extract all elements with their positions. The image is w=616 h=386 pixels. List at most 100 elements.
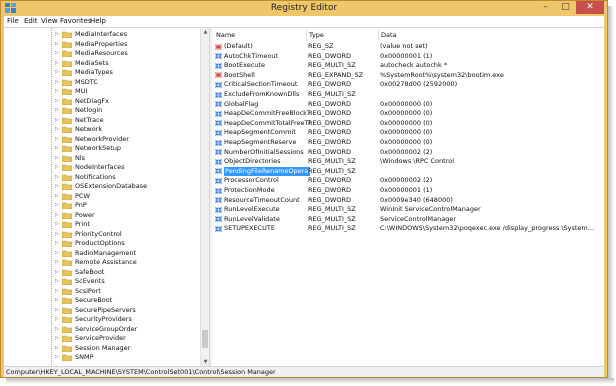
tree-item[interactable]: ▷ ScEvents	[4, 277, 200, 286]
expand-arrow-icon[interactable]: ▷	[55, 211, 59, 220]
menu-help[interactable]: Help	[90, 16, 106, 27]
expand-arrow-icon[interactable]: ▷	[55, 192, 59, 201]
registry-value-row[interactable]: (Default) REG_SZ (value not set)	[212, 42, 604, 52]
value-name[interactable]: HeapSegmentReserve	[224, 138, 310, 148]
expand-arrow-icon[interactable]: ▷	[55, 97, 59, 106]
value-name[interactable]: CriticalSectionTimeout	[224, 80, 310, 90]
registry-value-row[interactable]: ProcessorControl REG_DWORD 0x00000002 (2)	[212, 176, 604, 186]
tree-item[interactable]: ▷ MediaSets	[4, 59, 200, 68]
expand-arrow-icon[interactable]: ▷	[55, 87, 59, 96]
registry-value-row[interactable]: RunLevelExecute REG_MULTI_SZ WinInit Servi…	[212, 205, 604, 215]
expand-arrow-icon[interactable]: ▷	[55, 230, 59, 239]
expand-arrow-icon[interactable]: ▷	[55, 59, 59, 68]
expand-arrow-icon[interactable]: ▷	[55, 296, 59, 305]
value-name[interactable]: HeapDeCommitFreeBlockThr...	[224, 109, 310, 119]
expand-arrow-icon[interactable]: ▷	[55, 334, 59, 343]
tree-item[interactable]: ▷ Network	[4, 125, 200, 134]
column-header-type[interactable]: Type	[309, 31, 324, 39]
registry-value-row[interactable]: HeapDeCommitTotalFreeThr...REG_DWORD 0x00…	[212, 119, 604, 129]
tree-item[interactable]: ▷ SecurePipeServers	[4, 306, 200, 315]
expand-arrow-icon[interactable]: ▷	[55, 30, 59, 39]
expand-arrow-icon[interactable]: ▷	[55, 353, 59, 362]
registry-value-row[interactable]: HeapDeCommitFreeBlockThr...REG_DWORD 0x00…	[212, 109, 604, 119]
expand-arrow-icon[interactable]: ▷	[55, 68, 59, 77]
close-button[interactable]: ✕	[576, 1, 604, 14]
registry-value-row[interactable]: HeapSegmentCommit REG_DWORD 0x00000000 (0)	[212, 128, 604, 138]
tree-vertical-scrollbar[interactable]: ▲ ▼	[200, 28, 209, 367]
value-name[interactable]: GlobalFlag	[224, 100, 310, 110]
menu-view[interactable]: View	[41, 16, 58, 27]
tree-item[interactable]: ▷ NetTrace	[4, 116, 200, 125]
registry-value-row[interactable]: CriticalSectionTimeout REG_DWORD 0x00278d0…	[212, 80, 604, 90]
value-name[interactable]: SETUPEXECUTE	[224, 224, 310, 234]
registry-value-row[interactable]: ProtectionMode REG_DWORD 0x00000001 (1)	[212, 186, 604, 196]
expand-arrow-icon[interactable]: ▷	[55, 116, 59, 125]
tree-item[interactable]: ▷ Session Manager	[4, 344, 200, 353]
value-name[interactable]: BootShell	[224, 71, 310, 81]
tree-item[interactable]: ▷ Netlogin	[4, 106, 200, 115]
registry-value-row[interactable]: SETUPEXECUTE REG_MULTI_SZ C:\WINDOWS\Syste…	[212, 224, 604, 234]
column-separator[interactable]	[378, 29, 379, 41]
value-name[interactable]: BootExecute	[224, 61, 310, 71]
value-name[interactable]: RunLevelExecute	[224, 205, 310, 215]
value-name[interactable]: ProtectionMode	[224, 186, 310, 196]
column-header-data[interactable]: Data	[381, 31, 397, 39]
value-name[interactable]: (Default)	[224, 42, 310, 52]
expand-arrow-icon[interactable]: ▷	[55, 106, 59, 115]
expand-arrow-icon[interactable]: ▷	[55, 287, 59, 296]
tree-item[interactable]: ▷ Power	[4, 211, 200, 220]
expand-arrow-icon[interactable]: ▷	[55, 135, 59, 144]
menu-file[interactable]: File	[7, 16, 19, 27]
registry-value-row[interactable]: NumberOfInitialSessions REG_DWORD 0x000000…	[212, 148, 604, 158]
expand-arrow-icon[interactable]: ▷	[55, 249, 59, 258]
registry-value-row[interactable]: AutoChkTimeout REG_DWORD 0x00000001 (1)	[212, 52, 604, 62]
tree-item[interactable]: ▷ SecureBoot	[4, 296, 200, 305]
expand-arrow-icon[interactable]: ▷	[55, 220, 59, 229]
expand-arrow-icon[interactable]: ▷	[55, 154, 59, 163]
expand-arrow-icon[interactable]: ▷	[55, 258, 59, 267]
expand-arrow-icon[interactable]: ▷	[55, 40, 59, 49]
column-separator[interactable]	[306, 29, 307, 41]
value-name[interactable]: HeapSegmentCommit	[224, 128, 310, 138]
registry-value-row[interactable]: GlobalFlag REG_DWORD 0x00000000 (0)	[212, 100, 604, 110]
expand-arrow-icon[interactable]: ▷	[55, 277, 59, 286]
minimize-button[interactable]: –	[536, 1, 555, 14]
tree-item[interactable]: ▷ Nls	[4, 154, 200, 163]
expand-arrow-icon[interactable]: ▷	[55, 182, 59, 191]
expand-arrow-icon[interactable]: ▷	[55, 306, 59, 315]
tree-item[interactable]: ▷ MediaTypes	[4, 68, 200, 77]
value-name[interactable]: AutoChkTimeout	[224, 52, 310, 62]
tree-item[interactable]: ▷ MUI	[4, 87, 200, 96]
menu-favorites[interactable]: Favorites	[60, 16, 92, 27]
tree-item[interactable]: ▷ PnP	[4, 201, 200, 210]
tree-item[interactable]: ▷ ServiceGroupOrder	[4, 325, 200, 334]
tree-item[interactable]: ▷ NetDiagFx	[4, 97, 200, 106]
tree-item[interactable]: ▷ ServiceProvider	[4, 334, 200, 343]
expand-arrow-icon[interactable]: ▷	[55, 268, 59, 277]
tree-item[interactable]: ▷ Print	[4, 220, 200, 229]
value-name[interactable]: PendingFileRenameOperations	[224, 166, 310, 177]
value-name[interactable]: ExcludeFromKnownDlls	[224, 90, 310, 100]
value-name[interactable]: ProcessorControl	[224, 176, 310, 186]
menu-edit[interactable]: Edit	[24, 16, 38, 27]
tree-item[interactable]: ▷ OSExtensionDatabase	[4, 182, 200, 191]
expand-arrow-icon[interactable]: ▷	[55, 173, 59, 182]
registry-value-row[interactable]: ObjectDirectories REG_MULTI_SZ \Windows \R…	[212, 157, 604, 167]
tree-item[interactable]: ▷ SecurityProviders	[4, 315, 200, 324]
registry-value-row[interactable]: BootExecute REG_MULTI_SZ autocheck autochk…	[212, 61, 604, 71]
title-bar[interactable]: Registry Editor – □ ✕	[1, 1, 607, 16]
tree-item[interactable]: ▷ RadioManagement	[4, 249, 200, 258]
expand-arrow-icon[interactable]: ▷	[55, 125, 59, 134]
value-name[interactable]: ObjectDirectories	[224, 157, 310, 167]
tree-item[interactable]: ▷ MSDTC	[4, 78, 200, 87]
value-name[interactable]: RunLevelValidate	[224, 215, 310, 225]
key-tree-pane[interactable]: ▷ MediaInterfaces ▷ MediaProperties ▷ MediaRe…	[4, 28, 209, 367]
tree-item[interactable]: ▷ NodeInterfaces	[4, 163, 200, 172]
tree-item[interactable]: ▷ MediaResources	[4, 49, 200, 58]
tree-item[interactable]: ▷ SNMP	[4, 353, 200, 362]
registry-value-row[interactable]: RunLevelValidate REG_MULTI_SZ ServiceContr…	[212, 215, 604, 225]
value-name[interactable]: HeapDeCommitTotalFreeThr...	[224, 119, 310, 129]
expand-arrow-icon[interactable]: ▷	[55, 49, 59, 58]
registry-value-row[interactable]: ResourceTimeoutCount REG_DWORD 0x0009e340 …	[212, 196, 604, 206]
tree-item[interactable]: ▷ Remote Assistance	[4, 258, 200, 267]
